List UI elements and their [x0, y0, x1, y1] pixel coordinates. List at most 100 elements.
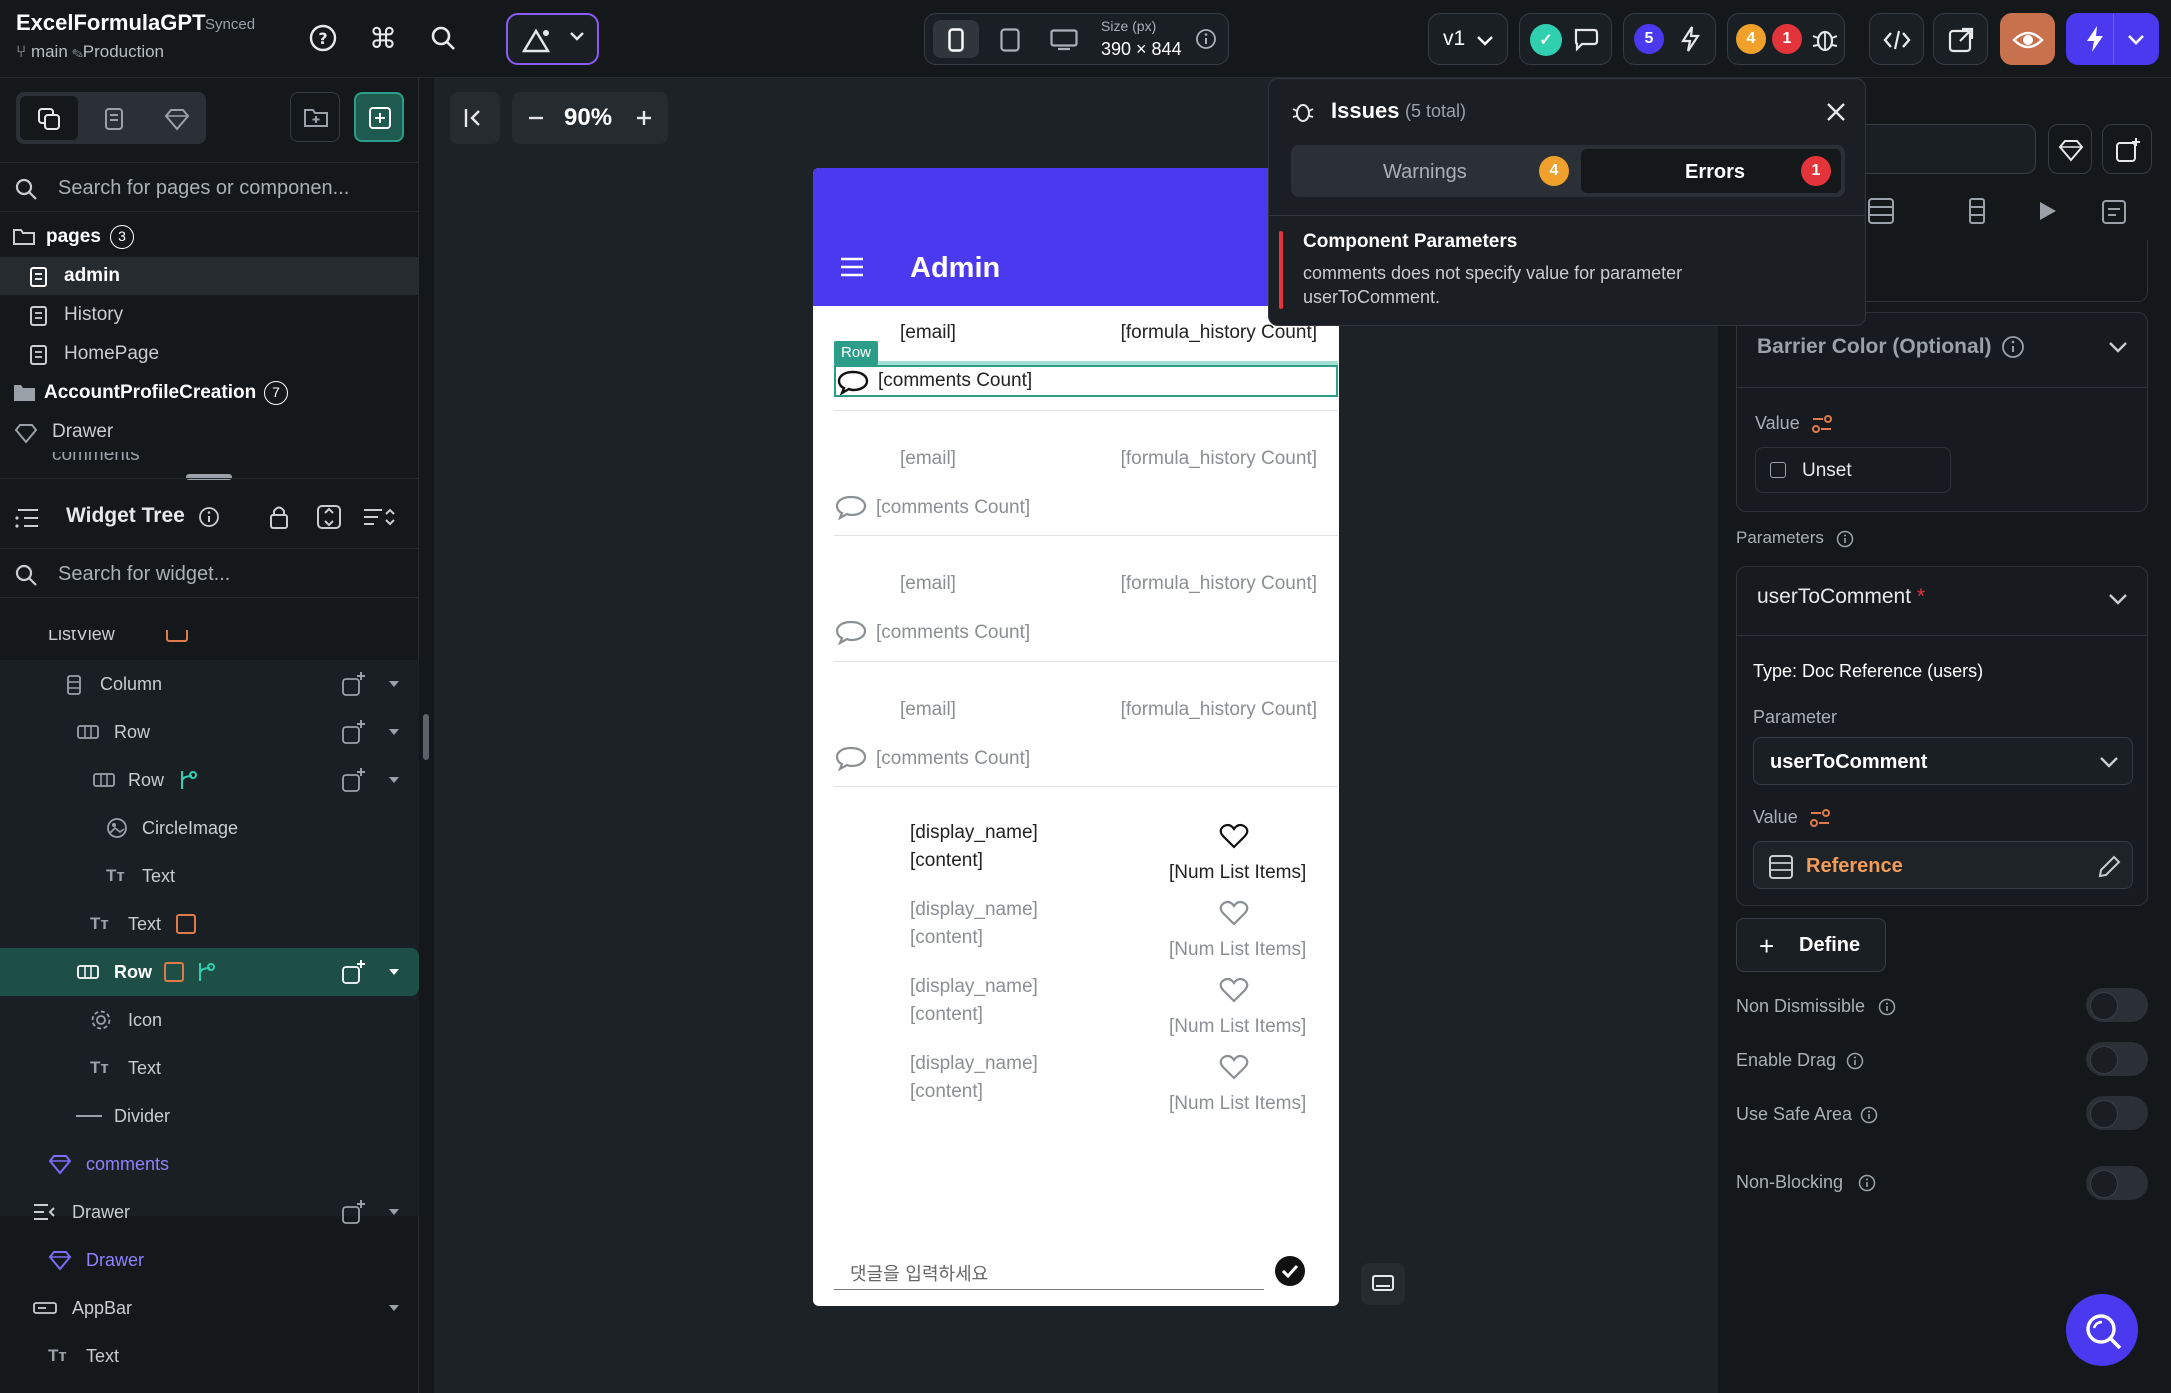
comments-count-text[interactable]: [comments Count]: [876, 748, 1030, 770]
tree-item-row-selected[interactable]: Row: [0, 948, 419, 996]
tab-components[interactable]: [148, 96, 206, 140]
email-text[interactable]: [email]: [900, 573, 956, 595]
status-and-comments[interactable]: ✓: [1519, 13, 1612, 65]
add-child-icon[interactable]: [341, 671, 367, 697]
comments-count-text[interactable]: [comments Count]: [876, 622, 1030, 644]
chat-bubble-icon[interactable]: [834, 619, 868, 645]
history-count-text[interactable]: [formula_history Count]: [1121, 448, 1317, 470]
add-child-icon[interactable]: [341, 767, 367, 793]
caret-down-icon[interactable]: [389, 729, 399, 735]
issue-title[interactable]: Component Parameters: [1303, 231, 1517, 253]
page-search-input[interactable]: Search for pages or componen...: [58, 177, 349, 200]
param-name[interactable]: userToComment *: [1757, 585, 1925, 609]
tab-notes-icon[interactable]: [2100, 196, 2130, 226]
add-folder-button[interactable]: [290, 92, 340, 142]
unset-checkbox-field[interactable]: Unset: [1755, 447, 1951, 493]
widget-search[interactable]: Search for widget...: [0, 548, 419, 598]
heart-icon[interactable]: [1219, 1053, 1249, 1081]
selected-row[interactable]: [comments Count]: [834, 365, 1338, 397]
variable-binding-icon[interactable]: [1809, 807, 1831, 829]
collaboration-button[interactable]: 5: [1623, 13, 1716, 65]
checkbox[interactable]: [1770, 462, 1786, 478]
collapse-panel-button[interactable]: [450, 92, 500, 144]
heart-icon[interactable]: [1219, 822, 1249, 850]
non-dismissible-toggle[interactable]: [2086, 988, 2148, 1022]
info-icon[interactable]: [1846, 1052, 1864, 1070]
code-view-button[interactable]: [1869, 13, 1924, 65]
page-item-homepage[interactable]: HomePage: [0, 335, 419, 373]
zoom-out-button[interactable]: [524, 106, 548, 130]
info-icon[interactable]: [1836, 530, 1854, 548]
display-name-text[interactable]: [display_name]: [910, 899, 1038, 921]
comment-input[interactable]: 댓글을 입력하세요: [834, 1254, 1264, 1290]
submit-check-icon[interactable]: [1275, 1256, 1305, 1286]
use-safe-area-toggle[interactable]: [2086, 1096, 2148, 1130]
issues-button[interactable]: 4 1: [1727, 13, 1845, 65]
tree-item-text[interactable]: Tт Text: [0, 852, 419, 900]
tab-actions-icon[interactable]: [2034, 198, 2060, 224]
info-icon[interactable]: [1195, 28, 1217, 50]
widget-search-input[interactable]: Search for widget...: [58, 563, 230, 586]
component-button[interactable]: [2048, 124, 2092, 174]
chat-bubble-icon[interactable]: [836, 369, 870, 395]
tab-storyboard[interactable]: [86, 96, 144, 140]
num-list-items-text[interactable]: [Num List Items]: [1169, 1016, 1306, 1038]
email-text[interactable]: [email]: [900, 699, 956, 721]
add-page-button[interactable]: [354, 92, 404, 142]
expand-collapse-icon[interactable]: [316, 504, 342, 530]
heart-icon[interactable]: [1219, 899, 1249, 927]
tab-pages[interactable]: [20, 96, 78, 140]
email-text[interactable]: [email]: [900, 322, 956, 344]
chat-bubble-icon[interactable]: [834, 494, 868, 520]
info-icon[interactable]: [198, 506, 220, 528]
caret-down-icon[interactable]: [389, 777, 399, 783]
heart-icon[interactable]: [1219, 976, 1249, 1004]
num-list-items-text[interactable]: [Num List Items]: [1169, 1093, 1306, 1115]
display-name-text[interactable]: [display_name]: [910, 822, 1038, 844]
non-blocking-toggle[interactable]: [2086, 1166, 2148, 1200]
lock-icon[interactable]: [268, 504, 290, 530]
device-desktop-button[interactable]: [1041, 20, 1087, 58]
page-item-admin[interactable]: admin: [0, 257, 419, 295]
menu-icon[interactable]: [839, 256, 865, 278]
page-item-history[interactable]: History: [0, 296, 419, 334]
chevron-down-icon[interactable]: [2107, 339, 2129, 355]
floating-search-button[interactable]: [2066, 1294, 2138, 1366]
tab-errors[interactable]: Errors 1: [1581, 149, 1841, 193]
info-icon[interactable]: [1858, 1174, 1876, 1192]
history-count-text[interactable]: [formula_history Count]: [1121, 699, 1317, 721]
display-name-text[interactable]: [display_name]: [910, 976, 1038, 998]
close-icon[interactable]: [1825, 101, 1847, 123]
add-child-icon[interactable]: [341, 1199, 367, 1225]
add-child-icon[interactable]: [341, 959, 367, 985]
add-child-icon[interactable]: [341, 719, 367, 745]
reference-value-field[interactable]: Reference: [1753, 841, 2133, 889]
caret-down-icon[interactable]: [389, 969, 399, 975]
preview-button[interactable]: [2000, 13, 2055, 65]
add-widget-button[interactable]: [2102, 124, 2152, 174]
edit-pencil-icon[interactable]: [2096, 854, 2122, 880]
search-icon[interactable]: [425, 18, 461, 58]
content-text[interactable]: [content]: [910, 927, 983, 949]
folder-accountprofilecreation[interactable]: AccountProfileCreation 7: [0, 374, 419, 412]
device-tablet-button[interactable]: [987, 20, 1033, 58]
caret-down-icon[interactable]: [389, 681, 399, 687]
tree-item-appbar[interactable]: AppBar: [0, 1284, 419, 1332]
chat-bubble-icon[interactable]: [834, 745, 868, 771]
caret-down-icon[interactable]: [389, 1305, 399, 1311]
tree-item-column[interactable]: Column: [0, 660, 419, 708]
tree-item-row[interactable]: Row: [0, 708, 419, 756]
tree-item-text[interactable]: Tт Text: [0, 1332, 419, 1380]
tab-warnings[interactable]: Warnings 4: [1295, 149, 1575, 193]
tree-item-listview[interactable]: ListView: [0, 630, 419, 660]
command-palette-icon[interactable]: ⌘: [365, 18, 401, 58]
app-bar[interactable]: Admin: [813, 168, 1339, 306]
info-icon[interactable]: [1878, 998, 1896, 1016]
tab-backend-query-icon[interactable]: [1866, 196, 1896, 226]
page-search[interactable]: Search for pages or componen...: [0, 162, 419, 212]
ai-gen-button[interactable]: [506, 13, 599, 65]
version-selector[interactable]: v1: [1428, 13, 1508, 65]
tree-item-text[interactable]: Tт Text: [0, 900, 419, 948]
tree-item-drawer[interactable]: Drawer: [0, 1188, 419, 1236]
num-list-items-text[interactable]: [Num List Items]: [1169, 939, 1306, 961]
